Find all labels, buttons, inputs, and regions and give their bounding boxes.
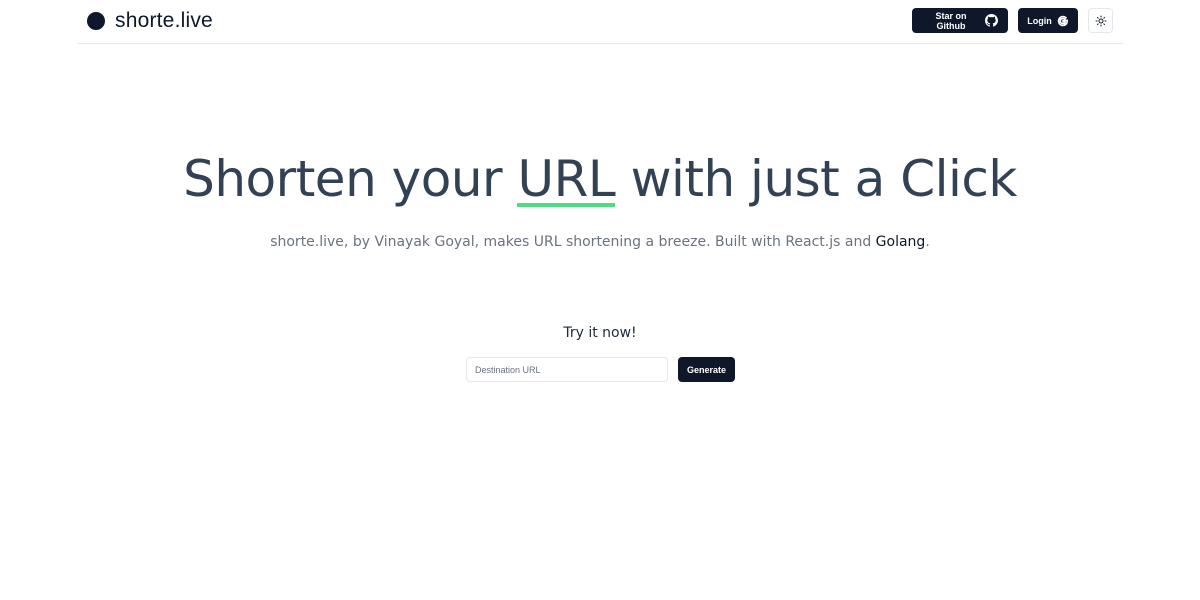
subtitle-golang-link[interactable]: Golang bbox=[876, 234, 926, 250]
star-on-github-button[interactable]: Star on Github bbox=[912, 8, 1008, 33]
sun-icon bbox=[1095, 15, 1107, 27]
login-label: Login bbox=[1027, 15, 1052, 26]
subtitle-text: shorte.live, by Vinayak Goyal, makes URL… bbox=[270, 234, 876, 250]
hero-title-highlight: URL bbox=[517, 150, 616, 208]
nav-actions: Star on Github Login bbox=[912, 8, 1113, 33]
github-icon bbox=[985, 14, 998, 27]
brand-logo[interactable]: shorte.live bbox=[87, 8, 213, 34]
subtitle-period: . bbox=[925, 234, 930, 250]
hero-title-before: Shorten your bbox=[183, 150, 518, 208]
login-button[interactable]: Login bbox=[1018, 8, 1078, 33]
top-navbar: shorte.live Star on Github Login bbox=[78, 0, 1123, 44]
brand-name: shorte.live bbox=[115, 9, 213, 32]
star-on-github-label: Star on Github bbox=[935, 10, 967, 31]
try-it-now-label: Try it now! bbox=[563, 325, 637, 341]
logo-dot-icon bbox=[87, 12, 105, 30]
hero-title: Shorten your URL with just a Click bbox=[0, 150, 1200, 208]
google-icon bbox=[1057, 15, 1069, 27]
theme-toggle-button[interactable] bbox=[1088, 8, 1113, 33]
destination-url-input[interactable] bbox=[466, 357, 668, 382]
hero-title-after: with just a Click bbox=[615, 150, 1018, 208]
generate-button[interactable]: Generate bbox=[678, 357, 735, 382]
hero-subtitle: shorte.live, by Vinayak Goyal, makes URL… bbox=[0, 234, 1200, 250]
